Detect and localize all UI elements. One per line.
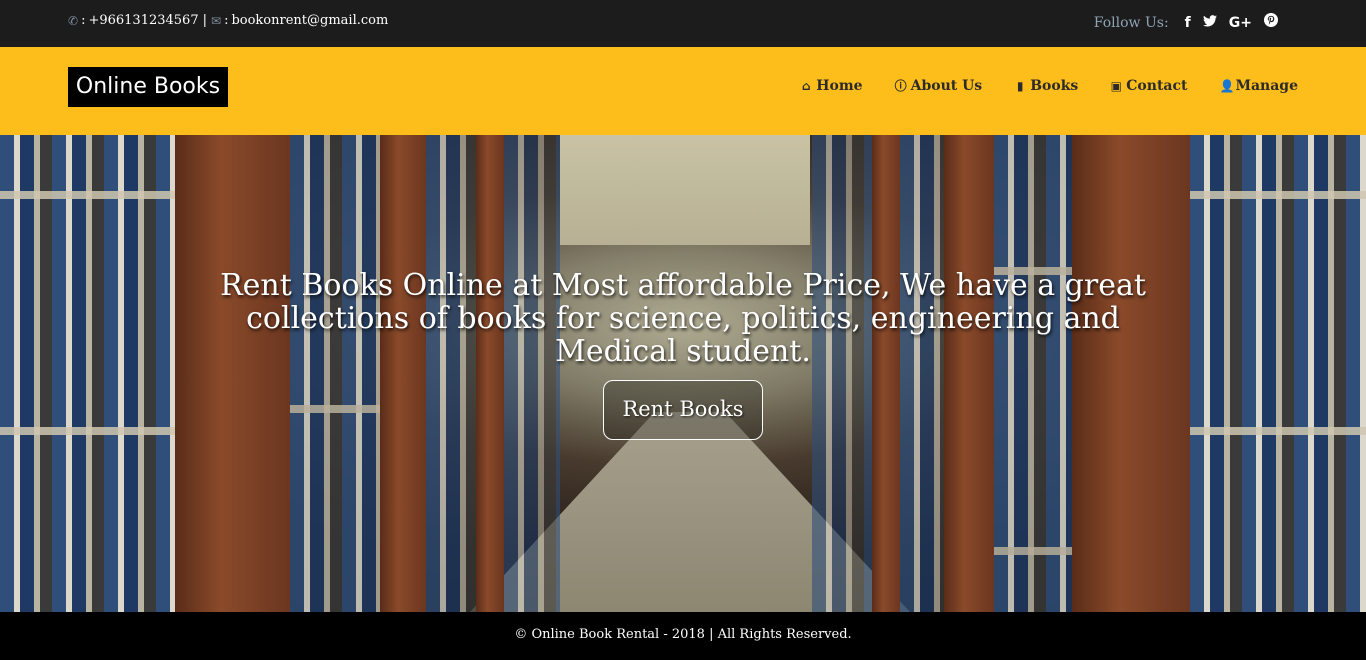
shelf-panel-right-2 <box>944 135 994 612</box>
nav-menu: ⌂ Home ⓘ About Us ▮ Books ▣ Contact 👤 Ma… <box>768 77 1298 94</box>
copyright-text: © Online Book Rental - 2018 | All Rights… <box>514 627 852 642</box>
shelf-panel-right-3 <box>872 135 900 612</box>
bookshelf-right-2 <box>994 135 1072 612</box>
email-colon: : <box>224 13 229 28</box>
nav-item-contact[interactable]: ▣ Contact <box>1110 77 1188 94</box>
shelf-panel-left-3 <box>476 135 504 612</box>
shelf-panel-right <box>1072 135 1190 612</box>
follow-label: Follow Us: <box>1093 14 1169 31</box>
bookshelf-left-4 <box>504 135 560 612</box>
google-plus-icon[interactable]: G+ <box>1229 14 1252 32</box>
main-navbar: Online Books ⌂ Home ⓘ About Us ▮ Books ▣… <box>0 47 1366 135</box>
nav-item-label: Books <box>1030 77 1079 94</box>
divider: | <box>202 13 207 28</box>
nav-item-label: Manage <box>1235 77 1298 94</box>
user-icon: 👤 <box>1219 78 1235 93</box>
hero-ceiling <box>560 135 810 245</box>
info-circle-icon: ⓘ <box>894 79 907 93</box>
bookshelf-right <box>1190 135 1366 612</box>
shelf-panel-left-2 <box>380 135 426 612</box>
bookshelf-left <box>0 135 175 612</box>
rent-books-button[interactable]: Rent Books <box>603 380 763 440</box>
nav-item-label: Contact <box>1126 77 1188 94</box>
social-links: Follow Us: f G+ <box>1094 13 1284 32</box>
phone-icon: ✆ <box>68 13 79 28</box>
contact-info: ✆ : +966131234567 | ✉ : bookonrent@gmail… <box>68 13 388 28</box>
bookshelf-right-3 <box>900 135 944 612</box>
book-icon: ▮ <box>1016 78 1024 93</box>
hero-banner: Rent Books Online at Most affordable Pri… <box>0 135 1366 612</box>
footer: © Online Book Rental - 2018 | All Rights… <box>0 612 1366 660</box>
pinterest-icon[interactable] <box>1264 13 1278 32</box>
nav-item-about-us[interactable]: ⓘ About Us <box>895 77 983 94</box>
nav-item-label: Home <box>816 77 863 94</box>
top-bar: ✆ : +966131234567 | ✉ : bookonrent@gmail… <box>0 0 1366 47</box>
facebook-icon[interactable]: f <box>1185 14 1191 32</box>
nav-item-label: About Us <box>910 77 983 94</box>
email-address[interactable]: bookonrent@gmail.com <box>231 13 388 28</box>
twitter-icon[interactable] <box>1202 14 1217 32</box>
phone-colon: : <box>81 13 86 28</box>
nav-item-manage[interactable]: 👤 Manage <box>1219 77 1298 94</box>
bookshelf-right-4 <box>812 135 872 612</box>
hero-headline: Rent Books Online at Most affordable Pri… <box>220 268 1146 369</box>
contact-card-icon: ▣ <box>1110 78 1122 93</box>
nav-item-books[interactable]: ▮ Books <box>1014 77 1078 94</box>
bookshelf-left-3 <box>426 135 476 612</box>
bookshelf-left-2 <box>290 135 380 612</box>
shelf-panel-left <box>175 135 290 612</box>
nav-item-home[interactable]: ⌂ Home <box>800 77 863 94</box>
home-icon: ⌂ <box>801 78 811 93</box>
site-logo[interactable]: Online Books <box>68 67 228 107</box>
envelope-icon: ✉ <box>211 13 222 28</box>
phone-number[interactable]: +966131234567 <box>88 13 198 28</box>
